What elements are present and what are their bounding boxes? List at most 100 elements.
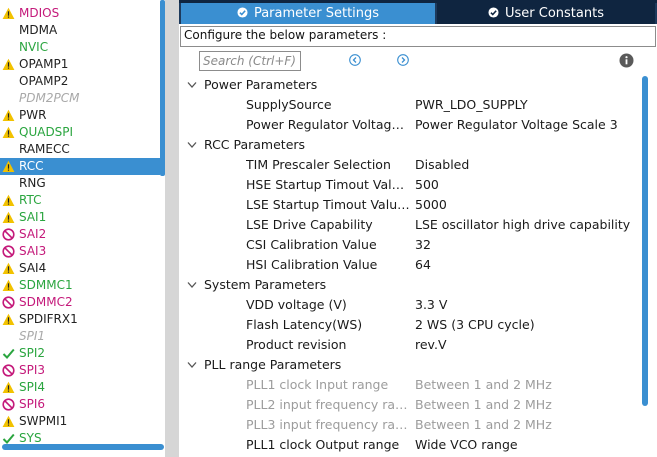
parameter-value[interactable]: 3.3 V [415, 295, 641, 315]
search-box[interactable] [199, 51, 301, 71]
peripheral-list-horizontal-scrollbar[interactable] [2, 444, 164, 450]
parameter-name: HSE Startup Timout Value (ms) [246, 177, 411, 192]
peripheral-item-opamp2[interactable]: OPAMP2 [0, 73, 160, 90]
parameter-name: PLL3 input frequency range [246, 417, 411, 432]
peripheral-list: MDIOS MDMA NVIC OPAMP1 OPAMP2 PDM2PCM PWR QUADS… [0, 0, 164, 457]
peripheral-item-quadspi[interactable]: QUADSPI [0, 124, 160, 141]
peripheral-item-rtc[interactable]: RTC [0, 192, 160, 209]
warning-icon [2, 415, 15, 428]
peripheral-item-spi2[interactable]: SPI2 [0, 345, 160, 362]
peripheral-item-spdifrx1[interactable]: SPDIFRX1 [0, 311, 160, 328]
panel-splitter[interactable] [165, 0, 179, 457]
peripheral-item-sai4[interactable]: SAI4 [0, 260, 160, 277]
peripheral-label: PWR [19, 108, 47, 122]
parameter-row[interactable]: HSE Startup Timout Value (ms) 500 [179, 175, 641, 195]
parameter-value[interactable]: Power Regulator Voltage Scale 3 [415, 115, 641, 135]
parameter-value[interactable]: rev.V [415, 335, 641, 355]
parameter-row[interactable]: TIM Prescaler Selection Disabled [179, 155, 641, 175]
next-match-button[interactable] [397, 54, 409, 66]
parameter-name: Product revision [246, 337, 347, 352]
peripheral-item-spi4[interactable]: SPI4 [0, 379, 160, 396]
chevron-down-icon[interactable] [187, 141, 197, 149]
peripheral-item-rcc[interactable]: RCC [0, 158, 160, 175]
chevron-down-icon[interactable] [187, 81, 197, 89]
warning-icon [2, 194, 15, 207]
tab-parameter-settings[interactable]: Parameter Settings [181, 3, 435, 24]
parameter-row[interactable]: PLL2 input frequency range Between 1 and … [179, 395, 641, 415]
warning-icon [2, 160, 15, 173]
configure-header: Configure the below parameters : [180, 26, 656, 47]
parameter-row[interactable]: Power Regulator Voltage Scale Power Regul… [179, 115, 641, 135]
peripheral-label: RTC [19, 193, 42, 207]
parameter-value[interactable]: 5000 [415, 195, 641, 215]
parameter-value[interactable]: Wide VCO range [415, 435, 641, 455]
parameter-row[interactable]: Product revision rev.V [179, 335, 641, 355]
peripheral-item-spi1[interactable]: SPI1 [0, 328, 160, 345]
peripheral-item-sai3[interactable]: SAI3 [0, 243, 160, 260]
forbidden-icon [2, 296, 15, 309]
peripheral-label: SPI1 [19, 329, 46, 343]
peripheral-item-spi3[interactable]: SPI3 [0, 362, 160, 379]
peripheral-label: SPDIFRX1 [19, 312, 78, 326]
peripheral-item-ramecc[interactable]: RAMECC [0, 141, 160, 158]
parameter-value[interactable]: 500 [415, 175, 641, 195]
parameter-name: LSE Drive Capability [246, 217, 373, 232]
parameter-name: PLL1 clock Output range [246, 437, 400, 452]
configuration-panel: Parameter Settings User Constants Config… [179, 0, 657, 457]
peripheral-item-sai2[interactable]: SAI2 [0, 226, 160, 243]
parameter-name: HSI Calibration Value [246, 257, 378, 272]
parameter-tree-vertical-scrollbar[interactable] [642, 76, 648, 406]
check-icon [2, 347, 15, 360]
peripheral-label: SDMMC2 [19, 295, 73, 309]
peripheral-item-sdmmc1[interactable]: SDMMC1 [0, 277, 160, 294]
parameter-row[interactable]: PLL1 clock Input range Between 1 and 2 MH… [179, 375, 641, 395]
parameter-row[interactable]: SupplySource PWR_LDO_SUPPLY [179, 95, 641, 115]
parameter-value[interactable]: 2 WS (3 CPU cycle) [415, 315, 641, 335]
parameter-row[interactable]: PLL3 input frequency range Between 1 and … [179, 415, 641, 435]
info-icon[interactable] [619, 53, 634, 68]
parameter-row[interactable]: LSE Startup Timout Value (ms) 5000 [179, 195, 641, 215]
search-input[interactable] [203, 53, 297, 68]
peripheral-item-opamp1[interactable]: OPAMP1 [0, 56, 160, 73]
warning-icon [2, 109, 15, 122]
previous-match-button[interactable] [349, 54, 361, 66]
warning-icon [2, 126, 15, 139]
peripheral-item-spi6[interactable]: SPI6 [0, 396, 160, 413]
warning-icon [2, 313, 15, 326]
peripheral-item-pdm2pcm[interactable]: PDM2PCM [0, 90, 160, 107]
parameter-value[interactable]: 32 [415, 235, 641, 255]
peripheral-item-mdma[interactable]: MDMA [0, 22, 160, 39]
parameter-group-title: PLL range Parameters [204, 357, 342, 372]
chevron-down-icon[interactable] [187, 281, 197, 289]
parameter-row[interactable]: HSI Calibration Value 64 [179, 255, 641, 275]
peripheral-label: SAI2 [19, 227, 47, 241]
parameter-group-title: System Parameters [204, 277, 327, 292]
parameter-value: Between 1 and 2 MHz [415, 417, 552, 432]
parameter-name: VDD voltage (V) [246, 297, 347, 312]
peripheral-item-swpmi1[interactable]: SWPMI1 [0, 413, 160, 430]
peripheral-label: OPAMP2 [19, 74, 69, 88]
parameter-row[interactable]: Flash Latency(WS) 2 WS (3 CPU cycle) [179, 315, 641, 335]
peripheral-item-mdios[interactable]: MDIOS [0, 5, 160, 22]
forbidden-icon [2, 364, 15, 377]
parameter-value[interactable]: PWR_LDO_SUPPLY [415, 95, 641, 115]
parameter-value[interactable]: Disabled [415, 155, 641, 175]
parameter-row[interactable]: VDD voltage (V) 3.3 V [179, 295, 641, 315]
tab-user-constants[interactable]: User Constants [437, 3, 655, 24]
tab-label: Parameter Settings [253, 6, 380, 21]
chevron-down-icon[interactable] [187, 361, 197, 369]
peripheral-item-sai1[interactable]: SAI1 [0, 209, 160, 226]
peripheral-item-nvic[interactable]: NVIC [0, 39, 160, 56]
parameter-row[interactable]: LSE Drive Capability LSE oscillator high … [179, 215, 641, 235]
peripheral-item-rng[interactable]: RNG [0, 175, 160, 192]
parameter-value[interactable]: LSE oscillator high drive capability [415, 215, 641, 235]
warning-icon [2, 381, 15, 394]
parameter-row[interactable]: PLL1 clock Output range Wide VCO range [179, 435, 641, 455]
peripheral-label: SAI4 [19, 261, 47, 275]
parameter-row[interactable]: CSI Calibration Value 32 [179, 235, 641, 255]
tab-bar: Parameter Settings User Constants [179, 0, 657, 24]
peripheral-item-pwr[interactable]: PWR [0, 107, 160, 124]
peripheral-item-sdmmc2[interactable]: SDMMC2 [0, 294, 160, 311]
parameter-value[interactable]: 64 [415, 255, 641, 275]
peripheral-label: OPAMP1 [19, 57, 69, 71]
